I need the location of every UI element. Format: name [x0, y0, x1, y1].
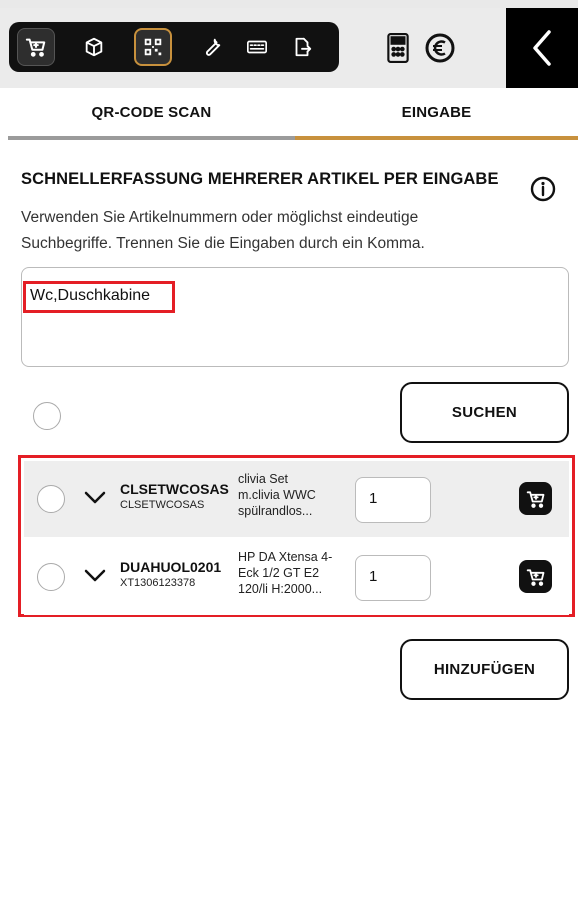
box-icon	[85, 37, 103, 57]
instructions-line-2: Suchbegriffe. Trennen Sie die Eingaben d…	[21, 235, 425, 252]
back-button[interactable]	[506, 8, 578, 88]
article-description-line: m.clivia WWC	[238, 488, 316, 502]
info-icon[interactable]	[530, 176, 556, 202]
tab-qr-code-scan[interactable]: QR-CODE SCAN	[8, 88, 295, 140]
result-row: DUAHUOL0201 XT1306123378 HP DA Xtensa 4-…	[24, 539, 569, 615]
cart-icon	[25, 38, 46, 57]
tab-bar: QR-CODE SCAN EINGABE	[8, 88, 578, 140]
cart-icon	[526, 568, 544, 586]
box-tool-button[interactable]	[75, 28, 113, 66]
instructions-text: Verwenden Sie Artikelnummern oder möglic…	[21, 205, 501, 257]
calculator-button[interactable]	[376, 26, 420, 70]
results-list: CLSETWCOSAS CLSETWCOSAS clivia Set m.cli…	[18, 455, 575, 617]
article-description: clivia Set m.clivia WWC spülrandlos...	[238, 471, 350, 519]
export-tool-button[interactable]	[283, 28, 321, 66]
quantity-input[interactable]: 1	[355, 477, 431, 523]
article-code: DUAHUOL0201	[120, 559, 222, 575]
qr-scan-icon	[144, 38, 162, 56]
article-description-line: 120/li H:2000...	[238, 582, 323, 596]
qr-scan-tool-button[interactable]	[134, 28, 172, 66]
select-all-radio[interactable]	[33, 402, 61, 430]
document-export-icon	[295, 37, 312, 57]
chevron-down-icon[interactable]	[84, 569, 106, 583]
cart-icon	[526, 490, 544, 508]
euro-icon	[425, 33, 455, 63]
search-terms-value[interactable]: Wc,Duschkabine	[23, 281, 175, 313]
add-button[interactable]: HINZUFÜGEN	[400, 639, 569, 700]
wrench-icon	[205, 38, 221, 56]
page-title: SCHNELLERFASSUNG MEHRERER ARTIKEL PER EI…	[21, 170, 499, 188]
top-strip	[0, 0, 578, 8]
row-select-radio[interactable]	[37, 485, 65, 513]
quantity-input[interactable]: 1	[355, 555, 431, 601]
article-description-line: Eck 1/2 GT E2	[238, 566, 320, 580]
tool-group	[9, 22, 339, 72]
tab-eingabe[interactable]: EINGABE	[295, 88, 578, 140]
search-button[interactable]: SUCHEN	[400, 382, 569, 443]
add-to-cart-button[interactable]	[519, 482, 552, 515]
wrench-tool-button[interactable]	[193, 28, 231, 66]
instructions-line-1: Verwenden Sie Artikelnummern oder möglic…	[21, 209, 419, 226]
article-subcode: CLSETWCOSAS	[120, 499, 205, 511]
add-to-cart-button[interactable]	[519, 560, 552, 593]
article-description-line: spülrandlos...	[238, 504, 313, 518]
toolbar	[0, 8, 578, 88]
back-chevron-icon	[533, 30, 551, 66]
row-select-radio[interactable]	[37, 563, 65, 591]
cart-tool-button[interactable]	[17, 28, 55, 66]
article-description: HP DA Xtensa 4- Eck 1/2 GT E2 120/li H:2…	[238, 549, 350, 597]
result-row: CLSETWCOSAS CLSETWCOSAS clivia Set m.cli…	[24, 461, 569, 537]
keyboard-icon	[247, 40, 267, 54]
article-subcode: XT1306123378	[120, 577, 196, 589]
article-code: CLSETWCOSAS	[120, 481, 229, 497]
keyboard-tool-button[interactable]	[238, 28, 276, 66]
chevron-down-icon[interactable]	[84, 491, 106, 505]
calculator-icon	[387, 33, 409, 63]
article-description-line: clivia Set	[238, 472, 289, 486]
euro-button[interactable]	[418, 26, 462, 70]
article-description-line: HP DA Xtensa 4-	[238, 550, 333, 564]
